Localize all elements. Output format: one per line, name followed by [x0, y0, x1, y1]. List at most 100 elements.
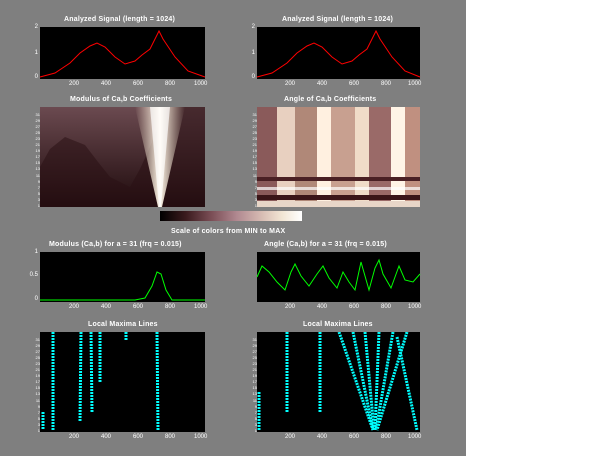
scale-tick: 13	[252, 391, 257, 397]
signal-right-ytick-1: 1	[251, 50, 255, 56]
signal-right-xtick: 200	[285, 81, 296, 87]
scale-tick: 21	[252, 142, 257, 147]
scale-tick: 3	[37, 421, 40, 427]
maxima-left-xtick: 400	[101, 434, 112, 440]
scale-tick: 21	[252, 367, 257, 372]
maxima-right-xtick: 1000	[408, 434, 422, 440]
scale-tick: 25	[35, 129, 40, 135]
angle-map	[257, 107, 420, 207]
angle-slice-xtick: 200	[285, 304, 296, 310]
maxima-right-xtick: 200	[285, 434, 296, 440]
signal-left-xtick: 600	[133, 81, 144, 87]
scale-tick: 7	[37, 409, 40, 415]
signal-right-xtick: 1000	[408, 81, 422, 87]
scale-tick: 29	[252, 342, 257, 348]
scale-tick: 1	[254, 203, 257, 208]
scale-tick: 11	[252, 397, 257, 403]
scale-tick: 25	[252, 354, 257, 360]
signal-left-xtick: 1000	[194, 81, 208, 87]
maxima-left-xtick: 600	[133, 434, 144, 440]
signal-right-ytick-0: 0	[251, 74, 255, 80]
scale-tick: 29	[35, 117, 40, 123]
signal-left-plot	[39, 29, 206, 78]
modulus-slice-xtick: 1000	[194, 304, 208, 310]
scale-tick: 13	[252, 166, 257, 172]
maxima-right-line	[395, 336, 419, 431]
maxima-left-xtick: 800	[165, 434, 176, 440]
modulus-slice-xtick: 400	[101, 304, 112, 310]
angle-title: Angle of Ca,b Coefficients	[284, 96, 377, 103]
scale-tick: 5	[254, 190, 257, 196]
scale-tick: 17	[252, 154, 257, 160]
modulus-slice-ytick-0: 0	[34, 296, 38, 302]
scale-tick: 29	[35, 342, 40, 348]
signal-left-title: Analyzed Signal (length = 1024)	[64, 16, 176, 23]
signal-right-xtick: 600	[349, 81, 360, 87]
modulus-slice-axes	[40, 252, 205, 302]
signal-right-xtick: 400	[317, 81, 328, 87]
scale-tick: 23	[35, 135, 40, 141]
maxima-right-xtick: 800	[381, 434, 392, 440]
scale-tick: 1	[254, 428, 257, 433]
angle-slice-xtick: 400	[317, 304, 328, 310]
angle-slice-xtick: 1000	[408, 304, 422, 310]
angle-image	[257, 107, 420, 207]
scale-tick: 7	[37, 184, 40, 190]
scale-tick: 13	[35, 166, 40, 172]
maxima-right-axes	[257, 332, 420, 432]
scale-tick: 15	[35, 160, 40, 166]
scale-tick: 13	[35, 391, 40, 397]
scale-tick: 19	[252, 148, 257, 154]
modulus-slice-ytick-1: 1	[34, 249, 38, 255]
scale-tick: 5	[37, 190, 40, 196]
scale-tick: 27	[35, 348, 40, 354]
maxima-right-xtick: 600	[349, 434, 360, 440]
scale-tick: 3	[37, 196, 40, 202]
scale-tick: 27	[35, 123, 40, 129]
scale-tick: 23	[252, 135, 257, 141]
modulus-image	[40, 107, 205, 207]
maxima-right-line	[375, 332, 409, 431]
angle-slice-title: Angle (Ca,b) for a = 31 (frq = 0.015)	[264, 241, 387, 248]
scale-tick: 27	[252, 348, 257, 354]
scale-tick: 21	[35, 367, 40, 372]
maxima-left-xtick: 200	[69, 434, 80, 440]
scale-tick: 15	[252, 160, 257, 166]
signal-right-xtick: 800	[381, 81, 392, 87]
scale-tick: 25	[252, 129, 257, 135]
scale-tick: 1	[37, 203, 40, 208]
scale-tick: 23	[252, 360, 257, 366]
maxima-left-xtick: 1000	[194, 434, 208, 440]
signal-left-ytick-0: 0	[34, 74, 38, 80]
maxima-left-title: Local Maxima Lines	[88, 321, 158, 328]
signal-right-ytick-2: 2	[251, 24, 255, 30]
scale-tick: 9	[254, 178, 257, 184]
scale-tick: 3	[254, 196, 257, 202]
signal-left-line	[39, 29, 206, 78]
signal-right-plot	[256, 29, 421, 78]
scale-tick: 1	[37, 428, 40, 433]
scale-tick: 25	[35, 354, 40, 360]
modulus-slice-plot	[40, 271, 205, 301]
scale-tick: 15	[35, 385, 40, 391]
scale-tick: 31	[35, 111, 40, 117]
scale-tick: 31	[252, 336, 257, 342]
signal-left-ytick-1: 1	[34, 50, 38, 56]
angle-slice-axes	[256, 252, 421, 302]
signal-right-axes	[256, 27, 421, 79]
scale-tick: 11	[252, 172, 257, 178]
maxima-right-title: Local Maxima Lines	[303, 321, 373, 328]
angle-slice-plot	[256, 258, 421, 292]
signal-left-ytick-2: 2	[34, 24, 38, 30]
scale-tick: 5	[37, 415, 40, 421]
scale-tick: 9	[254, 403, 257, 409]
maxima-right-plot	[257, 332, 419, 431]
scale-tick: 11	[35, 172, 40, 178]
maxima-right-xtick: 400	[317, 434, 328, 440]
signal-left-axes	[39, 27, 206, 79]
scale-tick: 23	[35, 360, 40, 366]
figure-panel: Analyzed Signal (length = 1024) 2 1 0 20…	[0, 0, 466, 456]
colorbar	[160, 211, 302, 221]
angle-slice-line	[256, 258, 421, 292]
scale-tick: 15	[252, 385, 257, 391]
